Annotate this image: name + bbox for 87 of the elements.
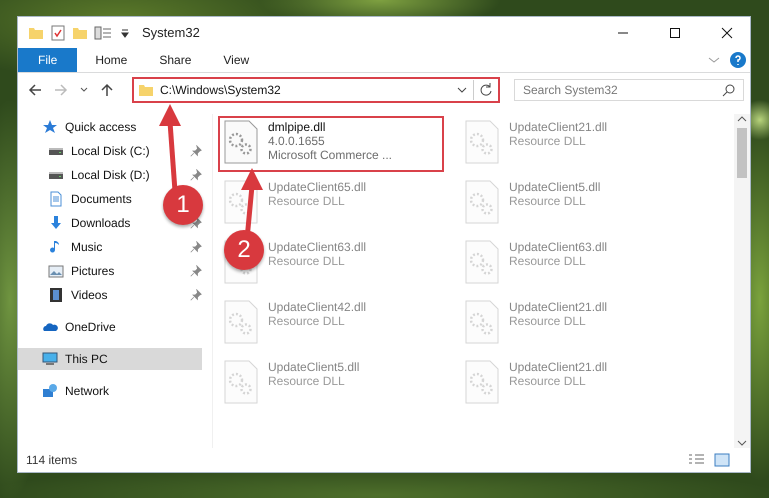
ribbon-tab[interactable]: File — [18, 48, 78, 72]
nav-label: Music — [71, 240, 104, 254]
nav-item[interactable]: Music — [18, 236, 158, 258]
file-detail: Resource DLL — [268, 194, 346, 208]
nav-item[interactable]: Network — [18, 380, 202, 402]
view-menu-icon[interactable] — [94, 24, 114, 40]
tiles-view-icon[interactable] — [714, 453, 730, 467]
nav-item[interactable]: Downloads — [18, 212, 158, 234]
file-detail: Resource DLL — [509, 314, 587, 328]
ribbon-tab[interactable]: View — [209, 48, 264, 72]
chevron-down-icon[interactable] — [737, 438, 747, 448]
gear-file-icon — [224, 120, 258, 164]
nav-item[interactable]: Documents — [18, 188, 158, 210]
scroll-thumb[interactable] — [737, 128, 747, 178]
window-title: System32 — [142, 25, 200, 40]
nav-item[interactable]: Quick access — [18, 116, 202, 138]
gear-file-icon — [465, 120, 499, 164]
file-name[interactable]: UpdateClient63.dll — [509, 240, 608, 254]
search-field[interactable]: Search System32 — [514, 78, 744, 100]
nav-label: Local Disk (D:) — [71, 168, 151, 182]
search-icon — [722, 82, 736, 96]
file-detail: Resource DLL — [509, 134, 587, 148]
nav-label: Downloads — [71, 216, 132, 230]
chevron-up-icon[interactable] — [737, 114, 747, 124]
file-detail: Resource DLL — [509, 194, 587, 208]
pin-icon — [190, 145, 202, 157]
nav-label: This PC — [65, 352, 109, 366]
file-detail: Resource DLL — [268, 374, 346, 388]
scrollbar[interactable] — [734, 114, 750, 448]
nav-label: Network — [65, 384, 110, 398]
nav-label: Quick access — [65, 120, 138, 134]
file-name[interactable]: UpdateClient5.dll — [268, 360, 360, 374]
gear-file-icon — [465, 300, 499, 344]
download-icon — [48, 215, 64, 231]
file-name[interactable]: UpdateClient21.dll — [509, 360, 608, 374]
address-bar[interactable]: C:\Windows\System32 — [132, 76, 500, 102]
file-detail: Resource DLL — [509, 254, 587, 268]
properties-icon[interactable] — [50, 24, 66, 40]
file-name[interactable]: UpdateClient42.dll — [268, 300, 366, 314]
pin-icon — [190, 169, 202, 181]
back-arrow-icon[interactable] — [28, 82, 42, 96]
pin-icon — [190, 265, 202, 277]
file-detail: 4.0.0.1655 — [268, 134, 326, 148]
highlighted-file-item[interactable]: dmlpipe.dll 4.0.0.1655 Microsoft Commerce ... — [218, 116, 444, 172]
maximize-icon[interactable] — [669, 26, 681, 38]
nav-label: Local Disk (C:) — [71, 144, 151, 158]
item-count: 114 items — [26, 453, 78, 467]
chevron-down-icon[interactable] — [80, 86, 88, 94]
ribbon-tab[interactable]: Home — [81, 48, 142, 72]
gear-file-icon — [224, 300, 258, 344]
gear-file-icon — [224, 360, 258, 404]
refresh-icon[interactable] — [478, 82, 494, 98]
gear-file-icon — [465, 240, 499, 284]
file-detail: Resource DLL — [509, 374, 587, 388]
file-detail: Microsoft Commerce ... — [268, 148, 392, 162]
nav-item[interactable]: OneDrive — [18, 316, 202, 338]
pin-icon — [190, 217, 202, 229]
file-name[interactable]: UpdateClient5.dll — [509, 180, 600, 194]
close-icon[interactable] — [721, 26, 733, 38]
file-name[interactable]: UpdateClient65.dll — [268, 180, 366, 194]
file-name[interactable]: UpdateClient21.dll — [509, 300, 608, 314]
file-name[interactable]: UpdateClient21.dll — [509, 120, 608, 134]
star-icon — [42, 119, 58, 135]
computer-icon — [42, 351, 58, 367]
film-icon — [48, 287, 64, 303]
ribbon-tab[interactable]: Share — [145, 48, 206, 72]
file-name[interactable]: dmlpipe.dll — [268, 120, 392, 134]
document-icon — [48, 191, 64, 207]
nav-item[interactable]: Videos — [18, 284, 158, 306]
file-detail: Resource DLL — [268, 314, 346, 328]
gear-file-icon — [465, 180, 499, 224]
nav-label: Videos — [71, 288, 108, 302]
nav-label: OneDrive — [65, 320, 117, 334]
nav-item[interactable]: Local Disk (C:) — [18, 140, 158, 162]
gear-file-icon — [465, 360, 499, 404]
up-arrow-icon[interactable] — [100, 82, 114, 96]
nav-label: Documents — [71, 192, 133, 206]
nav-item[interactable]: This PC — [18, 348, 202, 370]
network-icon — [42, 383, 58, 399]
file-detail: Resource DLL — [268, 254, 346, 268]
pin-icon — [190, 241, 202, 253]
pin-icon — [190, 289, 202, 301]
image-icon — [48, 263, 64, 279]
nav-item[interactable]: Local Disk (D:) — [18, 164, 158, 186]
file-name[interactable]: UpdateClient63.dll — [268, 240, 366, 254]
nav-item[interactable]: Pictures — [18, 260, 158, 282]
nav-label: Pictures — [71, 264, 116, 278]
